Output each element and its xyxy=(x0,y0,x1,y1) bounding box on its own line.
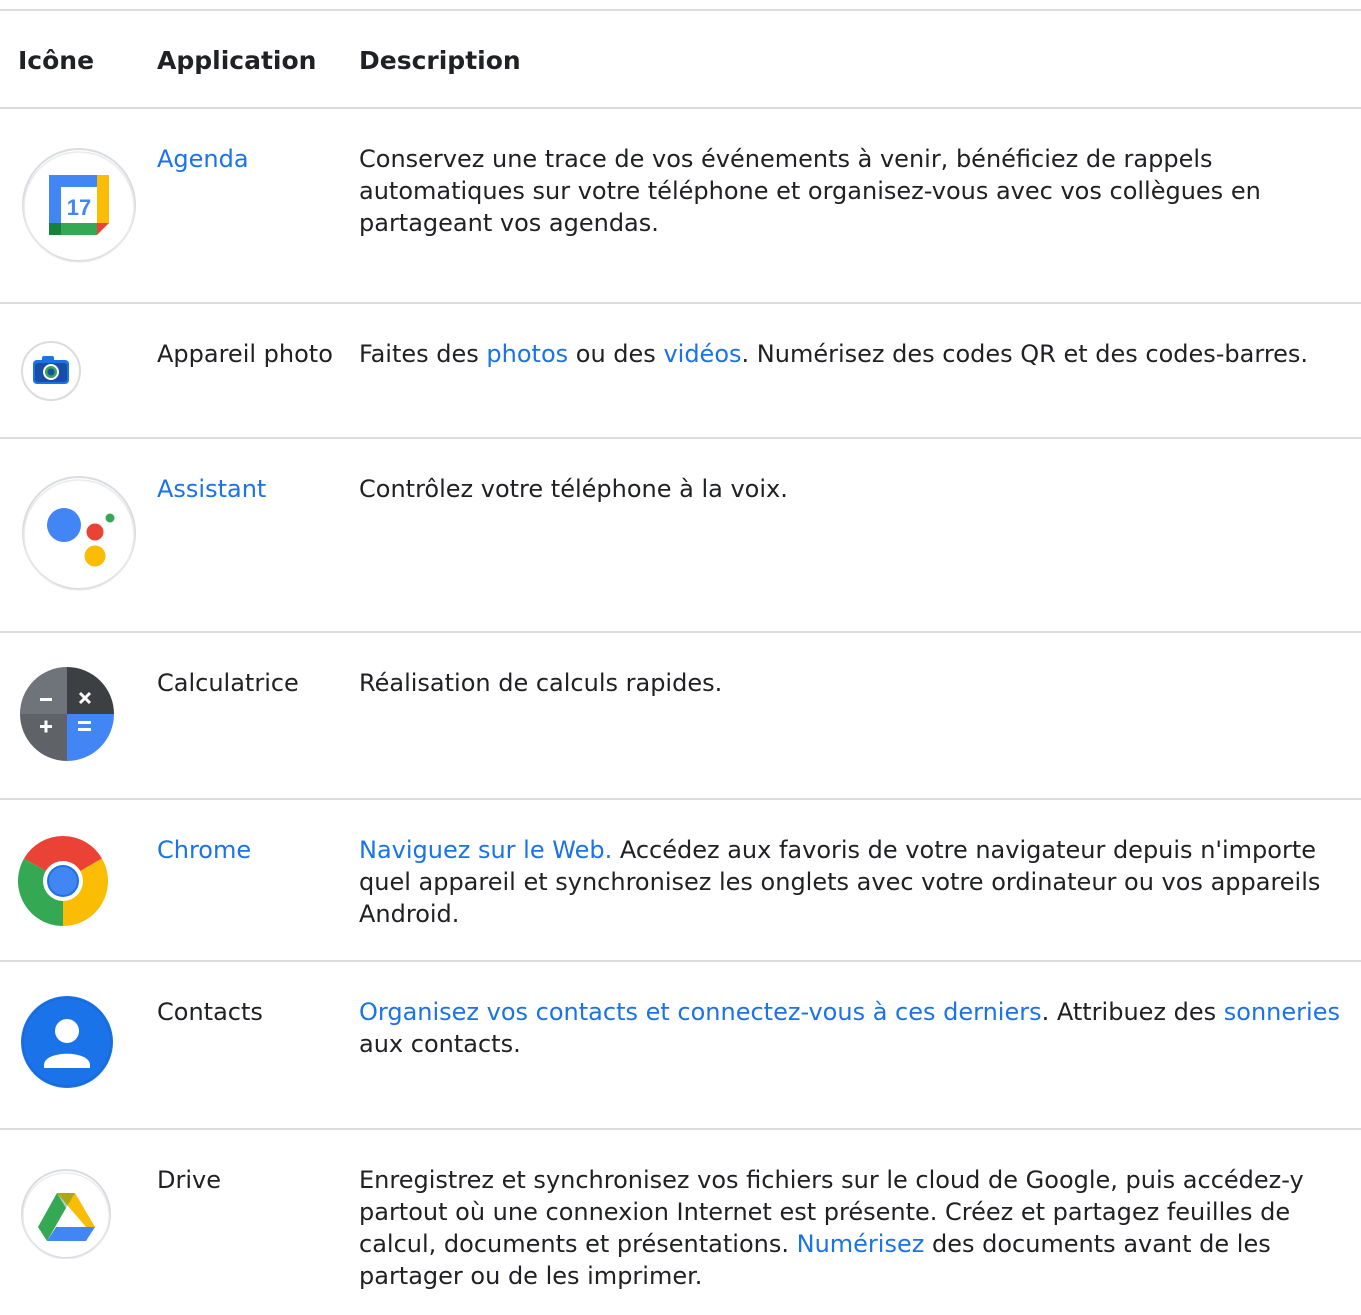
table-row: Drive Enregistrez et synchronisez vos fi… xyxy=(0,1130,1361,1315)
calculator-icon xyxy=(20,667,114,761)
videos-link[interactable]: vidéos xyxy=(663,340,741,368)
calendar-icon: 17 xyxy=(21,147,137,263)
ringtones-link[interactable]: sonneries xyxy=(1224,998,1340,1026)
table-row: Calculatrice Réalisation de calculs rapi… xyxy=(0,633,1361,809)
table-top-rule xyxy=(0,9,1361,11)
description: Naviguez sur le Web. Accédez aux favoris… xyxy=(359,834,1354,930)
photos-link[interactable]: photos xyxy=(486,340,568,368)
description: Réalisation de calculs rapides. xyxy=(359,667,1354,699)
description-text: Conservez une trace de vos événements à … xyxy=(359,145,1261,237)
app-name-appareil-photo: Appareil photo xyxy=(157,338,333,370)
chrome-icon xyxy=(18,836,108,926)
description-text: . Numérisez des codes QR et des codes-ba… xyxy=(741,340,1309,368)
app-name-calculatrice: Calculatrice xyxy=(157,667,299,699)
description-text: . Attribuez des xyxy=(1041,998,1224,1026)
app-name[interactable]: Assistant xyxy=(157,475,266,503)
app-name: Contacts xyxy=(157,998,263,1026)
description: Faites des photos ou des vidéos. Numéris… xyxy=(359,338,1359,370)
description-text: Contrôlez votre téléphone à la voix. xyxy=(359,475,788,503)
assistant-icon xyxy=(21,475,137,591)
description: Contrôlez votre téléphone à la voix. xyxy=(359,473,1354,505)
description-text: Faites des xyxy=(359,340,487,368)
app-link-assistant[interactable]: Assistant xyxy=(157,473,266,505)
app-name: Calculatrice xyxy=(157,669,299,697)
organize-contacts-link[interactable]: Organisez vos contacts et connectez-vous… xyxy=(359,998,1042,1026)
description-text: ou des xyxy=(568,340,664,368)
header-description: Description xyxy=(359,46,521,75)
app-name: Drive xyxy=(157,1166,221,1194)
table-row: Contacts Organisez vos contacts et conne… xyxy=(0,962,1361,1128)
app-name[interactable]: Chrome xyxy=(157,836,251,864)
table-row: 17 Agenda Conservez une trace de vos évé… xyxy=(0,109,1361,302)
contacts-icon xyxy=(20,995,114,1089)
app-link-agenda[interactable]: Agenda xyxy=(157,143,249,175)
description-text: Réalisation de calculs rapides. xyxy=(359,669,723,697)
app-link-chrome[interactable]: Chrome xyxy=(157,834,251,866)
app-name-drive: Drive xyxy=(157,1164,221,1196)
app-name[interactable]: Agenda xyxy=(157,145,249,173)
description: Organisez vos contacts et connectez-vous… xyxy=(359,996,1354,1060)
app-name: Appareil photo xyxy=(157,340,333,368)
calendar-date-text: 17 xyxy=(67,195,91,220)
description: Conservez une trace de vos événements à … xyxy=(359,143,1354,239)
header-application: Application xyxy=(157,46,317,75)
scan-link[interactable]: Numérisez xyxy=(797,1230,925,1258)
table-row: Assistant Contrôlez votre téléphone à la… xyxy=(0,439,1361,632)
app-name-contacts: Contacts xyxy=(157,996,263,1028)
drive-icon xyxy=(21,1169,111,1260)
description: Enregistrez et synchronisez vos fichiers… xyxy=(359,1164,1359,1292)
camera-icon xyxy=(21,337,81,403)
table-row: Chrome Naviguez sur le Web. Accédez aux … xyxy=(0,800,1361,960)
description-text: aux contacts. xyxy=(359,1030,521,1058)
table-row: Appareil photo Faites des photos ou des … xyxy=(0,304,1361,438)
header-icon: Icône xyxy=(18,46,95,75)
browse-web-link[interactable]: Naviguez sur le Web. xyxy=(359,836,612,864)
